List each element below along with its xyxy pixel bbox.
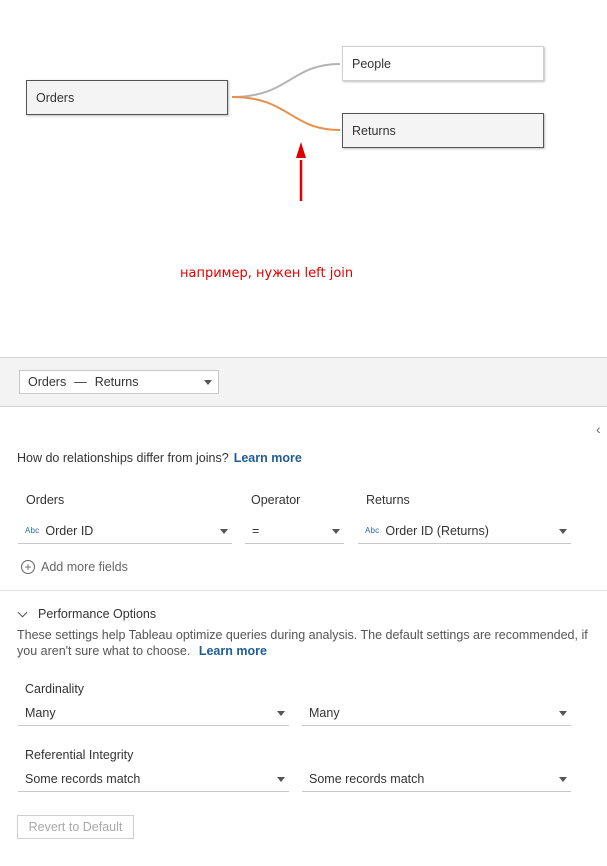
link-orders-people[interactable] xyxy=(231,63,341,98)
chevron-left-icon[interactable]: ‹ xyxy=(596,421,601,437)
right-field-select[interactable]: Abc Order ID (Returns) xyxy=(358,518,571,544)
table-returns[interactable]: Returns xyxy=(342,113,544,148)
performance-description: These settings help Tableau optimize que… xyxy=(17,627,602,659)
chevron-down-icon xyxy=(17,607,28,617)
arrow-up-icon xyxy=(296,142,306,158)
add-fields-label: Add more fields xyxy=(41,560,128,574)
add-more-fields-button[interactable]: + Add more fields xyxy=(21,560,128,574)
chevron-down-icon xyxy=(559,529,567,534)
revert-to-default-button[interactable]: Revert to Default xyxy=(17,815,134,839)
link-orders-returns[interactable] xyxy=(231,96,341,131)
operator-select[interactable]: = xyxy=(245,518,344,544)
referential-integrity-label: Referential Integrity xyxy=(25,748,134,762)
left-field-select[interactable]: Abc Order ID xyxy=(18,518,232,544)
chevron-down-icon xyxy=(559,777,567,782)
chevron-down-icon xyxy=(204,380,212,385)
integrity-right-select[interactable]: Some records match xyxy=(302,766,571,792)
integrity-left-select[interactable]: Some records match xyxy=(18,766,289,792)
chevron-down-icon xyxy=(559,711,567,716)
relationship-header: Orders — Returns xyxy=(0,357,607,407)
data-source-canvas: Orders People Returns например, нужен le… xyxy=(0,0,607,357)
performance-title: Performance Options xyxy=(38,607,157,621)
table-orders[interactable]: Orders xyxy=(26,80,228,115)
integrity-left-value: Some records match xyxy=(25,771,141,786)
learn-more-link[interactable]: Learn more xyxy=(234,451,302,465)
cardinality-left-select[interactable]: Many xyxy=(18,700,289,726)
relationship-dropdown[interactable]: Orders — Returns xyxy=(19,370,219,394)
rel-separator: — xyxy=(74,375,87,389)
table-returns-label: Returns xyxy=(352,123,396,138)
string-type-icon: Abc xyxy=(25,526,40,535)
chevron-down-icon xyxy=(220,529,228,534)
plus-circle-icon: + xyxy=(21,560,35,574)
chevron-down-icon xyxy=(332,529,340,534)
table-people[interactable]: People xyxy=(342,46,544,81)
relationships-help: How do relationships differ from joins? L… xyxy=(17,451,302,465)
cardinality-label: Cardinality xyxy=(25,682,85,696)
operator-value: = xyxy=(252,523,260,538)
left-field-value: Order ID xyxy=(45,523,94,538)
performance-options-toggle[interactable]: Performance Options xyxy=(17,607,157,621)
chevron-down-icon xyxy=(277,711,285,716)
right-field-value: Order ID (Returns) xyxy=(385,523,489,538)
chevron-down-icon xyxy=(277,777,285,782)
table-people-label: People xyxy=(352,56,391,71)
cardinality-left-value: Many xyxy=(25,705,56,720)
rel-left-table: Orders xyxy=(28,375,67,389)
help-text: How do relationships differ from joins? xyxy=(17,451,229,465)
integrity-right-value: Some records match xyxy=(309,771,425,786)
right-table-header: Returns xyxy=(366,493,410,507)
cardinality-right-select[interactable]: Many xyxy=(302,700,571,726)
performance-learn-more-link[interactable]: Learn more xyxy=(199,644,267,658)
left-table-header: Orders xyxy=(26,493,65,507)
performance-description-text: These settings help Tableau optimize que… xyxy=(17,628,588,658)
operator-header: Operator xyxy=(251,493,301,507)
string-type-icon: Abc xyxy=(365,526,380,535)
section-divider xyxy=(0,590,607,591)
cardinality-right-value: Many xyxy=(309,705,340,720)
annotation-text: например, нужен left join xyxy=(180,266,354,281)
rel-right-table: Returns xyxy=(94,375,139,389)
table-orders-label: Orders xyxy=(36,90,75,105)
